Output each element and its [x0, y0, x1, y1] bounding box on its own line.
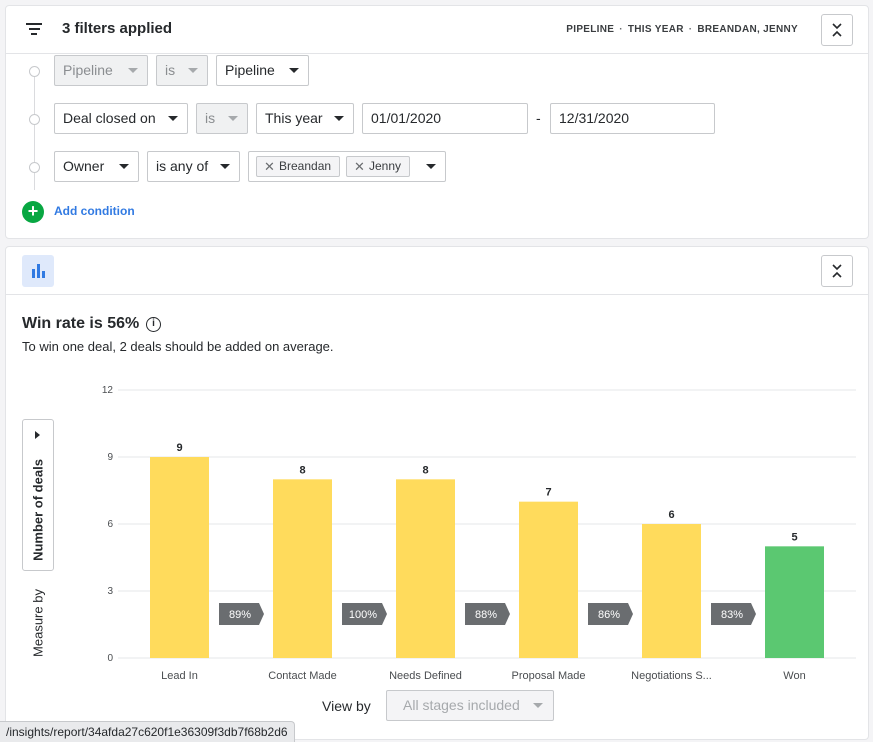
condition-node	[29, 66, 40, 77]
filters-title: 3 filters applied	[62, 20, 173, 37]
summary-period: THIS YEAR	[627, 24, 684, 35]
bar-contact-made	[273, 479, 332, 658]
close-icon[interactable]: ✕	[264, 157, 275, 176]
chevron-down-icon	[426, 164, 436, 169]
close-icon[interactable]: ✕	[354, 157, 365, 176]
x-category-label: Needs Defined	[389, 670, 462, 682]
chevron-down-icon	[168, 116, 178, 121]
chip-label: Jenny	[369, 159, 402, 173]
measure-value: Number of deals	[30, 459, 46, 561]
measure-by-label: Measure by	[30, 589, 46, 657]
owner-field-select[interactable]: Owner	[54, 151, 139, 182]
y-tick-label: 12	[102, 385, 114, 396]
view-by-value: All stages included	[403, 697, 520, 713]
date-to-input[interactable]: 12/31/2020	[550, 103, 715, 134]
summary-separator: ·	[688, 24, 693, 35]
summary-separator: ·	[619, 24, 623, 35]
status-bar-url: /insights/report/34afda27c620f1e36309f3d…	[0, 721, 295, 742]
chevron-down-icon	[334, 116, 344, 121]
bar-lead-in	[150, 457, 209, 658]
chevron-down-icon	[220, 164, 230, 169]
add-condition-icon[interactable]: +	[22, 201, 44, 223]
condition-node	[29, 162, 40, 173]
bar-value-label: 9	[176, 442, 182, 454]
condition-node	[29, 114, 40, 125]
value-label: This year	[265, 110, 323, 126]
x-category-label: Proposal Made	[512, 670, 586, 682]
summary-pipeline: PIPELINE	[566, 24, 615, 35]
bar-value-label: 8	[422, 464, 428, 476]
y-tick-label: 9	[107, 452, 113, 463]
bar-negotiations-s	[642, 524, 701, 658]
x-category-label: Won	[783, 670, 805, 682]
pipeline-operator-select[interactable]: is	[156, 55, 208, 86]
close-date-operator-select[interactable]: is	[196, 103, 248, 134]
bar-value-label: 8	[299, 464, 305, 476]
bar-value-label: 6	[668, 509, 674, 521]
operator-label: is	[165, 62, 176, 78]
bar-value-label: 5	[791, 531, 797, 543]
pipeline-field-select[interactable]: Pipeline	[54, 55, 148, 86]
x-category-label: Negotiations S...	[631, 670, 712, 682]
owner-multiselect[interactable]: ✕ Breandan ✕ Jenny	[248, 151, 446, 182]
y-tick-label: 3	[107, 586, 113, 597]
operator-label: is	[205, 110, 216, 126]
chevron-down-icon	[289, 68, 299, 73]
bar-value-label: 7	[545, 487, 551, 499]
field-label: Pipeline	[63, 62, 113, 78]
filter-panel: 3 filters applied PIPELINE · THIS YEAR · BRE…	[5, 5, 869, 239]
chip-label: Breandan	[279, 159, 332, 173]
conversion-rate-label: 88%	[475, 609, 497, 621]
chevron-down-icon	[533, 703, 543, 708]
conversion-rate-label: 100%	[349, 609, 377, 621]
report-panel: Win rate is 56% i To win one deal, 2 dea…	[5, 246, 869, 740]
date-from-input[interactable]: 01/01/2020	[362, 103, 528, 134]
field-label: Deal closed on	[63, 110, 156, 126]
collapse-filters-button[interactable]	[821, 14, 853, 46]
filter-icon	[26, 23, 42, 36]
operator-label: is any of	[156, 158, 209, 174]
x-category-label: Contact Made	[268, 670, 336, 682]
collapse-icon	[832, 23, 842, 37]
conversion-rate-label: 86%	[598, 609, 620, 621]
close-date-value-select[interactable]: This year	[256, 103, 354, 134]
conversion-rate-label: 83%	[721, 609, 743, 621]
chevron-down-icon	[228, 116, 238, 121]
summary-owners: BREANDAN, JENNY	[697, 24, 798, 35]
filter-header[interactable]: 3 filters applied PIPELINE · THIS YEAR · BRE…	[6, 6, 868, 54]
chevron-down-icon	[128, 68, 138, 73]
date-range-separator: -	[536, 110, 541, 126]
caret-right-icon	[35, 431, 40, 439]
bar-proposal-made	[519, 501, 578, 658]
owner-chip-jenny[interactable]: ✕ Jenny	[346, 156, 411, 177]
close-date-field-select[interactable]: Deal closed on	[54, 103, 188, 134]
funnel-bar-chart: 0 3 6 9 12 9 Lead In 8 Contact Made 8 Needs Define…	[102, 385, 856, 682]
bar-needs-defined	[396, 479, 455, 658]
chevron-down-icon	[119, 164, 129, 169]
field-label: Owner	[63, 158, 105, 174]
y-tick-label: 6	[107, 519, 113, 530]
owner-operator-select[interactable]: is any of	[147, 151, 240, 182]
value-label: Pipeline	[225, 62, 275, 78]
bar-won	[765, 546, 824, 658]
measure-select[interactable]: Number of deals	[22, 419, 54, 571]
x-category-label: Lead In	[161, 670, 198, 682]
y-tick-label: 0	[107, 653, 113, 664]
filters-summary: PIPELINE · THIS YEAR · BREANDAN, JENNY	[566, 24, 798, 35]
pipeline-value-select[interactable]: Pipeline	[216, 55, 309, 86]
chevron-down-icon	[188, 68, 198, 73]
view-by-select[interactable]: All stages included	[386, 690, 554, 721]
conversion-rate-label: 89%	[229, 609, 251, 621]
view-by-label: View by	[322, 698, 371, 714]
owner-chip-breandan[interactable]: ✕ Breandan	[256, 156, 341, 177]
add-condition-link[interactable]: Add condition	[54, 204, 135, 218]
